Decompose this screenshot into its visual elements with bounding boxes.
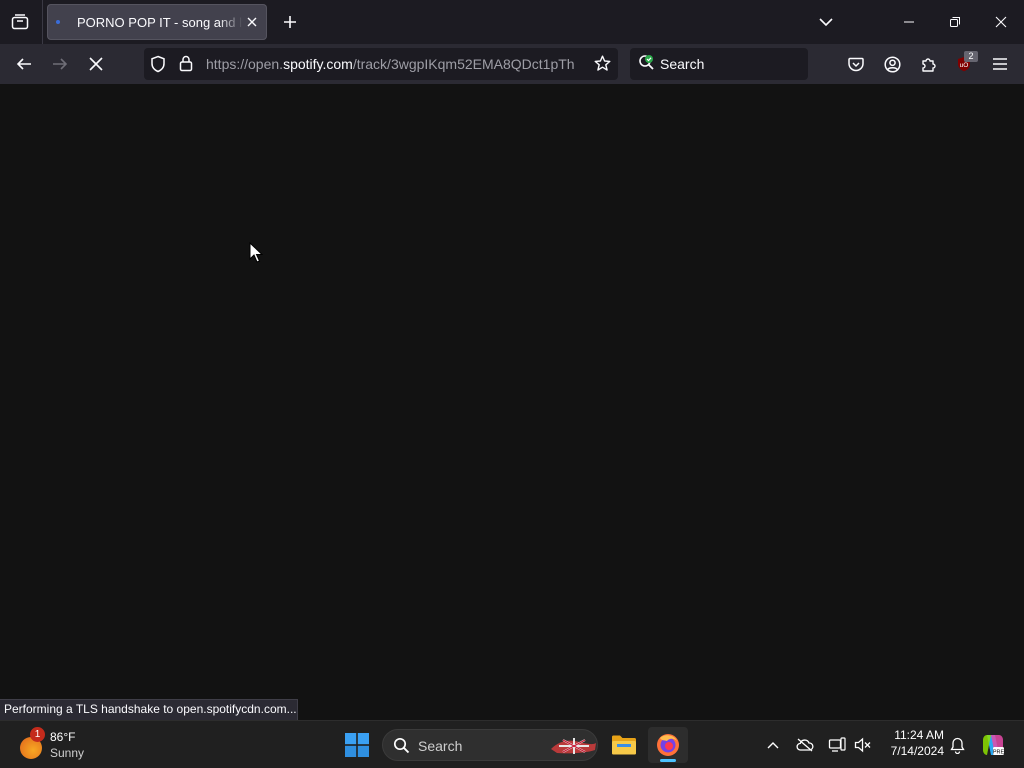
copilot-button[interactable]: PRE	[978, 731, 1008, 759]
tab-separator	[42, 0, 43, 44]
close-window-button[interactable]	[978, 0, 1024, 44]
forward-arrow-icon	[53, 58, 68, 70]
start-button[interactable]	[340, 727, 374, 763]
url-text[interactable]: https://open.spotify.com/track/3wgpIKqm5…	[206, 56, 578, 72]
tab-strip: PORNO POP IT - song and lyrics by	[0, 0, 1024, 44]
search-bar-label: Search	[660, 56, 705, 72]
taskbar-search-label: Search	[418, 738, 463, 754]
network-icon	[828, 737, 846, 752]
svg-text:uO: uO	[960, 62, 969, 69]
new-tab-button[interactable]	[276, 8, 304, 36]
url-prefix: https://open.	[206, 56, 284, 72]
search-engine-icon	[639, 55, 654, 70]
account-icon	[883, 55, 901, 73]
restore-button[interactable]	[932, 0, 978, 44]
taskbar-clock[interactable]: 11:24 AM 7/14/2024	[880, 727, 944, 763]
tab-list-icon	[11, 14, 29, 30]
active-app-indicator	[660, 759, 676, 762]
copilot-icon: PRE	[983, 735, 1005, 756]
chevron-down-icon	[819, 18, 833, 27]
site-info-button[interactable]	[179, 55, 193, 77]
restore-icon	[950, 17, 960, 27]
stop-icon	[89, 57, 103, 71]
close-window-icon	[995, 16, 1007, 28]
bookmark-button[interactable]	[594, 55, 611, 77]
ublock-button[interactable]: uO 2	[948, 48, 980, 80]
minimize-icon	[904, 21, 914, 23]
search-bar[interactable]: Search	[630, 48, 808, 80]
list-all-tabs-button[interactable]	[812, 8, 840, 36]
url-domain: spotify.com	[283, 56, 353, 72]
extensions-button[interactable]	[912, 48, 944, 80]
extension-badge: 2	[964, 51, 978, 62]
close-icon	[247, 17, 257, 27]
back-button[interactable]	[8, 48, 40, 80]
plus-icon	[284, 16, 296, 28]
cloud-offline-icon	[796, 738, 814, 752]
lock-icon	[179, 55, 193, 72]
svg-text:PRE: PRE	[993, 750, 1005, 756]
taskbar-file-explorer[interactable]	[604, 727, 644, 763]
windows-logo-icon	[345, 733, 369, 757]
account-button[interactable]	[876, 48, 908, 80]
network-button[interactable]	[824, 731, 850, 759]
url-path: /track/3wgpIKqm52EMA8QDct1pTh	[352, 56, 575, 72]
weather-condition: Sunny	[50, 746, 85, 760]
tab-close-button[interactable]	[243, 13, 261, 31]
volume-button[interactable]	[850, 731, 876, 759]
url-bar[interactable]: https://open.spotify.com/track/3wgpIKqm5…	[144, 48, 618, 80]
page-content[interactable]	[0, 84, 1024, 720]
weather-badge: 1	[30, 727, 45, 742]
folder-icon	[612, 735, 636, 755]
minimize-button[interactable]	[886, 0, 932, 44]
taskbar-search-box[interactable]: Search	[382, 729, 598, 761]
tracking-protection-button[interactable]	[150, 55, 166, 78]
tab-list-button[interactable]	[4, 6, 36, 38]
navigation-toolbar: https://open.spotify.com/track/3wgpIKqm5…	[0, 44, 1024, 84]
pocket-icon	[848, 57, 864, 71]
search-engine-button[interactable]	[638, 54, 656, 77]
clock-time: 11:24 AM	[894, 728, 944, 742]
volume-muted-icon	[854, 737, 871, 753]
search-highlight-icon	[551, 738, 596, 754]
show-hidden-icons-button[interactable]	[760, 731, 786, 759]
weather-widget[interactable]: 1 86°F Sunny	[18, 727, 108, 763]
onedrive-button[interactable]	[792, 731, 818, 759]
status-panel: Performing a TLS handshake to open.spoti…	[0, 699, 298, 720]
stop-button[interactable]	[80, 48, 112, 80]
clock-date: 7/14/2024	[890, 744, 944, 758]
back-arrow-icon	[16, 58, 31, 70]
taskbar: 1 86°F Sunny Search 11:24 AM 7/14/2024 P…	[0, 720, 1024, 768]
firefox-icon	[657, 734, 679, 756]
shield-icon	[151, 55, 165, 73]
forward-button[interactable]	[44, 48, 76, 80]
mouse-cursor-icon	[249, 242, 263, 263]
notifications-button[interactable]	[944, 731, 970, 759]
search-icon	[393, 737, 410, 754]
weather-temperature: 86°F	[50, 730, 76, 744]
taskbar-firefox[interactable]	[648, 727, 688, 763]
puzzle-icon	[921, 57, 936, 72]
app-menu-button[interactable]	[984, 48, 1016, 80]
tab-title: PORNO POP IT - song and lyrics by	[77, 15, 243, 30]
active-tab[interactable]: PORNO POP IT - song and lyrics by	[47, 4, 267, 40]
bell-icon	[949, 737, 965, 754]
hamburger-icon	[993, 58, 1007, 70]
star-icon	[594, 55, 611, 71]
pocket-button[interactable]	[840, 48, 872, 80]
spotify-favicon	[56, 20, 60, 24]
chevron-up-icon	[767, 742, 779, 749]
